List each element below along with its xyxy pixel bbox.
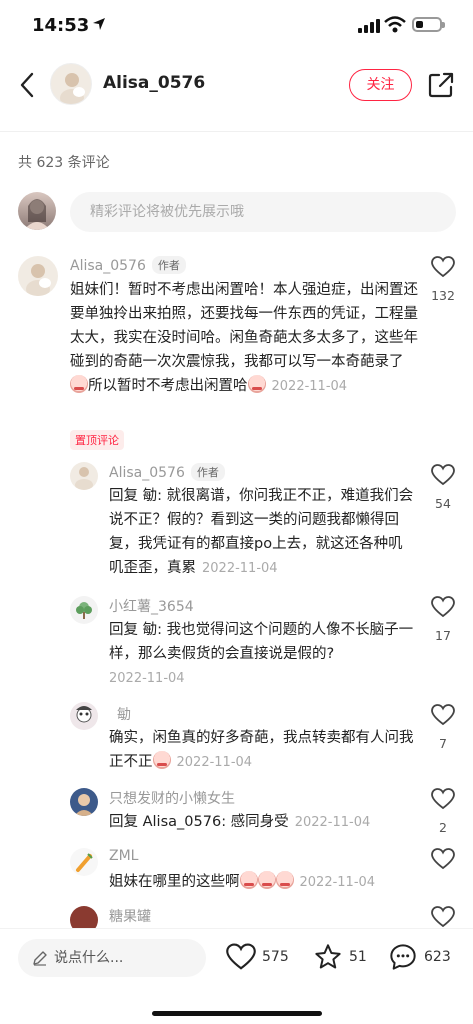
commenter-name[interactable]: ZML	[109, 848, 138, 864]
crying-emoji-icon	[257, 871, 276, 889]
comment-action[interactable]: 623	[388, 943, 451, 971]
author-badge: 作者	[151, 256, 186, 274]
author-username[interactable]: Alisa_0576	[103, 73, 205, 93]
commenter-avatar[interactable]	[70, 596, 98, 624]
heart-icon	[226, 943, 256, 970]
like-button[interactable]: 2	[428, 788, 458, 835]
like-button[interactable]	[428, 848, 458, 874]
comment-text[interactable]: 回复 勄: 我也觉得问这个问题的人像不长脑子一样，那么卖假货的会直接说是假的? 2…	[109, 618, 414, 691]
back-arrow-icon[interactable]	[14, 70, 42, 100]
crying-emoji-icon	[275, 871, 294, 889]
like-button[interactable]: 54	[428, 464, 458, 511]
comment-text[interactable]: 回复 勄: 就很离谱，你问我正不正，难道我们会说不正？假的？看到这一类的问题我都…	[109, 484, 414, 581]
bottom-action-bar: 说点什么... 575 51 623	[0, 928, 473, 1024]
say-something-input[interactable]: 说点什么...	[18, 939, 206, 977]
commenter-name[interactable]: Alisa_0576 作者	[70, 256, 186, 274]
heart-icon	[431, 256, 455, 278]
commenter-avatar[interactable]	[70, 788, 98, 816]
like-button[interactable]	[428, 906, 458, 928]
crying-emoji-icon	[152, 751, 171, 769]
reply-item: 小红薯_3654 回复 勄: 我也觉得问这个问题的人像不长脑子一样，那么卖假货的…	[0, 594, 473, 694]
like-button[interactable]: 17	[428, 596, 458, 643]
share-icon[interactable]	[427, 71, 455, 99]
comment-total: 623	[424, 949, 451, 965]
pinned-tag: 置顶评论	[70, 430, 124, 450]
header-divider	[0, 131, 473, 132]
heart-icon	[431, 704, 455, 726]
comment-count: 共 623 条评论	[18, 155, 110, 171]
battery-icon	[412, 17, 445, 32]
comment-input-row: 精彩评论将被优先展示哦	[0, 190, 473, 236]
like-button[interactable]: 132	[428, 256, 458, 303]
heart-icon	[431, 848, 455, 870]
like-count: 2	[439, 820, 447, 835]
comment-text[interactable]: 确实，闲鱼真的好多奇葩，我点转卖都有人问我正不正 2022-11-04	[109, 726, 414, 775]
home-indicator	[152, 1011, 322, 1016]
commenter-name[interactable]: Alisa_0576 作者	[109, 463, 225, 481]
comment-input[interactable]: 精彩评论将被优先展示哦	[70, 192, 456, 232]
author-avatar[interactable]	[50, 63, 92, 105]
commenter-avatar[interactable]	[70, 906, 98, 928]
reply-item: 只想发财的小懒女生 回复 Alisa_0576: 感同身受 2022-11-04 …	[0, 786, 473, 838]
comment-text[interactable]: 姐妹在哪里的这些啊 2022-11-04	[109, 870, 414, 895]
status-bar: 14:53	[0, 0, 473, 52]
reply-item: Alisa_0576 作者 回复 勄: 就很离谱，你问我正不正，难道我们会说不正？…	[0, 460, 473, 590]
heart-icon	[431, 464, 455, 486]
heart-icon	[431, 596, 455, 618]
comment-date: 2022-11-04	[109, 671, 185, 686]
commenter-name[interactable]: 糖果罐	[109, 906, 151, 926]
follow-button[interactable]: 关注	[349, 69, 412, 101]
comment-item: Alisa_0576 作者 姐妹们！暂时不考虑出闲置哈！本人强迫症，出闲置还要单独…	[0, 252, 473, 452]
collect-total: 51	[349, 949, 367, 965]
like-count: 17	[435, 628, 451, 643]
comment-date: 2022-11-04	[294, 815, 371, 830]
signal-icon	[358, 19, 380, 33]
location-arrow-icon	[93, 18, 105, 30]
star-icon	[315, 944, 341, 969]
comment-date: 2022-11-04	[299, 875, 376, 890]
crying-emoji-icon	[70, 375, 88, 393]
comment-date: 2022-11-04	[271, 379, 348, 394]
comment-text[interactable]: 姐妹们！暂时不考虑出闲置哈！本人强迫症，出闲置还要单独拎出来拍照，还要找每一件东…	[70, 278, 418, 399]
crying-emoji-icon	[247, 375, 266, 393]
commenter-name[interactable]: 只想发财的小懒女生	[109, 788, 235, 808]
commenter-name[interactable]: 勄	[117, 704, 131, 724]
crying-emoji-icon	[239, 871, 258, 889]
reply-item: ZML 姐妹在哪里的这些啊 2022-11-04	[0, 846, 473, 898]
comment-date: 2022-11-04	[176, 755, 253, 770]
commenter-name[interactable]: 小红薯_3654	[109, 596, 194, 616]
like-count: 54	[435, 496, 451, 511]
collect-action[interactable]: 51	[313, 943, 367, 971]
wifi-icon	[384, 16, 406, 33]
commenter-avatar[interactable]	[18, 256, 58, 296]
comment-text[interactable]: 回复 Alisa_0576: 感同身受 2022-11-04	[109, 810, 414, 835]
author-badge: 作者	[190, 463, 225, 481]
reply-item: 勄 确实，闲鱼真的好多奇葩，我点转卖都有人问我正不正 2022-11-04 7	[0, 702, 473, 778]
comment-bubble-icon	[390, 944, 416, 970]
commenter-avatar[interactable]	[70, 462, 98, 490]
heart-icon	[431, 788, 455, 810]
comment-date: 2022-11-04	[202, 561, 278, 576]
status-time: 14:53	[32, 15, 90, 36]
my-avatar	[18, 192, 56, 230]
reply-item: 糖果罐	[0, 906, 473, 928]
commenter-avatar[interactable]	[70, 848, 98, 876]
nav-header: Alisa_0576 关注	[0, 52, 473, 118]
like-count: 7	[439, 736, 447, 751]
heart-icon	[431, 906, 455, 928]
like-button[interactable]: 7	[428, 704, 458, 751]
commenter-avatar[interactable]	[70, 702, 98, 730]
like-total: 575	[262, 949, 289, 965]
like-count: 132	[431, 288, 455, 303]
pen-icon	[33, 951, 47, 966]
like-action[interactable]: 575	[226, 943, 289, 971]
